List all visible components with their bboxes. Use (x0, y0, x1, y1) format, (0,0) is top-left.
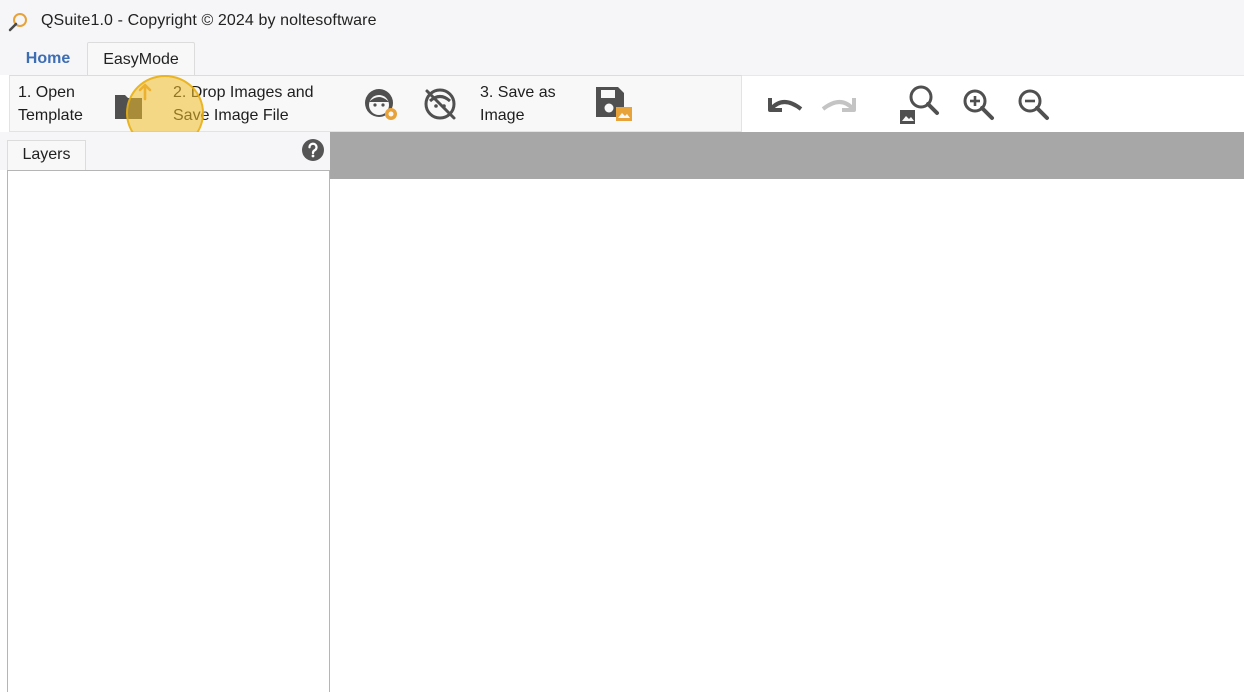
image-canvas[interactable] (330, 179, 1244, 692)
tab-layers[interactable]: Layers (7, 140, 86, 171)
zoom-image-icon[interactable] (897, 80, 943, 128)
layers-list[interactable] (7, 170, 330, 692)
tab-home[interactable]: Home (9, 42, 87, 75)
save-image-icon (596, 87, 632, 121)
ribbon-tab-bar: Home EasyMode (0, 42, 1244, 75)
face-eye-icon[interactable] (361, 84, 401, 124)
save-as-label-line2: Image (480, 107, 525, 124)
title-bar: QSuite1.0 - Copyright © 2024 by noltesof… (0, 0, 1244, 42)
save-as-label-line1: 3. Save as (480, 84, 556, 101)
zoom-out-icon[interactable] (1015, 86, 1053, 124)
face-hidden-icon[interactable] (421, 84, 461, 124)
redo-icon[interactable] (820, 88, 862, 120)
open-template-label-line1: 1. Open (18, 84, 75, 101)
magnifier-icon (8, 13, 27, 32)
ribbon-panel-easymode: 1. Open Template 2. Drop Images and Save… (9, 75, 742, 132)
open-template-label-line2: Template (18, 107, 83, 124)
canvas-header-bar (330, 132, 1244, 179)
save-as-image-button[interactable]: 3. Save as Image (472, 76, 652, 131)
ribbon-panel-tools (742, 75, 1244, 132)
help-icon[interactable] (302, 139, 324, 161)
undo-icon[interactable] (762, 88, 804, 120)
tab-easymode[interactable]: EasyMode (87, 42, 195, 75)
window-title: QSuite1.0 - Copyright © 2024 by noltesof… (41, 12, 377, 29)
zoom-in-icon[interactable] (960, 86, 998, 124)
